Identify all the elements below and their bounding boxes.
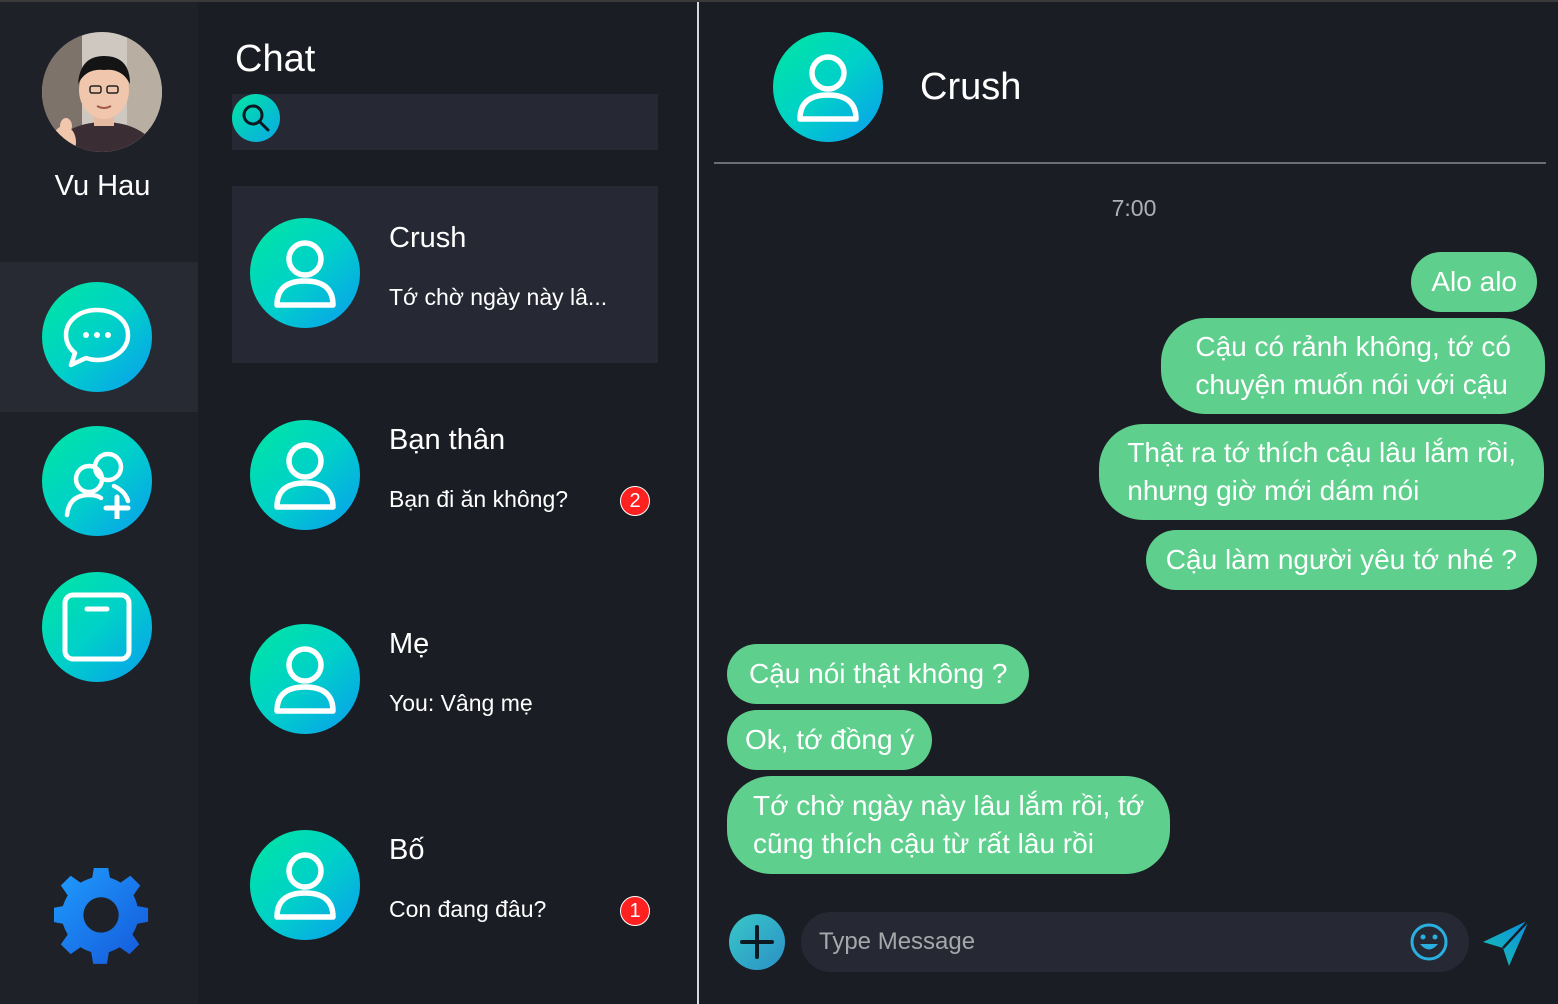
attach-button[interactable] (729, 914, 785, 970)
conversation-pane: Crush 7:00 Alo alo Cậu có rảnh không, tớ… (699, 2, 1558, 1004)
message-line: Cậu có rảnh không, tớ có (1195, 331, 1511, 362)
square-icon (62, 592, 132, 662)
user-icon (274, 852, 336, 920)
chat-app-window: Vu Hau Chat Crush Tớ chờ ngày này lâ... … (0, 0, 1558, 1004)
conversation-item-crush[interactable]: Crush Tớ chờ ngày này lâ... (232, 186, 658, 363)
settings-button[interactable] (52, 865, 150, 964)
conversation-preview: You: Vâng mẹ (389, 690, 533, 716)
contact-avatar (250, 830, 360, 940)
message-bubble-incoming: Cậu nói thật không ? (727, 644, 1030, 704)
conversation-preview: Con đang đâu? (389, 896, 547, 922)
gear-icon (52, 865, 149, 964)
message-bubble-outgoing: Cậu làm người yêu tớ nhé ? (1145, 530, 1537, 590)
conversation-item-bo[interactable]: Bố Con đang đâu? 1 (232, 798, 658, 975)
chat-list-pane: Chat Crush Tớ chờ ngày này lâ... Bạn thâ… (198, 2, 698, 1004)
conversation-item-ban-than[interactable]: Bạn thân Bạn đi ăn không? 2 (232, 388, 658, 565)
conversation-name: Crush (389, 222, 467, 254)
contact-name: Crush (920, 66, 1022, 108)
smiley-icon (1410, 923, 1448, 961)
message-line: Thật ra tớ thích cậu lâu lắm rồi, (1127, 437, 1516, 468)
message-line: Cậu làm người yêu tớ nhé ? (1165, 544, 1517, 575)
chat-bubble-icon (63, 307, 131, 368)
conversation-preview: Tớ chờ ngày này lâ... (389, 284, 608, 310)
conversation-name: Bạn thân (389, 424, 506, 456)
conversation-preview: Bạn đi ăn không? (389, 486, 569, 512)
message-line: cũng thích cậu từ rất lâu rồi (753, 828, 1094, 859)
search-input[interactable] (288, 94, 648, 142)
message-bubble-outgoing: Cậu có rảnh không, tớ có chuyện muốn nói… (1161, 318, 1545, 414)
message-line: Tớ chờ ngày này lâu lắm rồi, tớ (753, 790, 1145, 821)
contact-avatar (250, 420, 360, 530)
send-button[interactable] (1479, 916, 1535, 972)
chat-list-title: Chat (235, 38, 316, 80)
user-avatar[interactable] (42, 32, 162, 152)
user-icon (797, 54, 859, 122)
user-name: Vu Hau (54, 170, 151, 202)
nav-add-friend-button[interactable] (42, 426, 152, 536)
conversation-item-me[interactable]: Mẹ You: Vâng mẹ (232, 592, 658, 769)
header-divider (714, 162, 1546, 164)
message-bubble-outgoing: Thật ra tớ thích cậu lâu lắm rồi, nhưng … (1099, 424, 1544, 520)
add-user-icon (64, 451, 131, 519)
contact-avatar (250, 218, 360, 328)
unread-badge: 1 (620, 896, 650, 926)
unread-badge: 2 (620, 486, 650, 516)
contact-avatar (250, 624, 360, 734)
message-composer (801, 912, 1469, 972)
message-line: chuyện muốn nói với cậu (1195, 369, 1508, 400)
search-icon[interactable] (232, 94, 280, 142)
message-input[interactable] (819, 912, 1399, 972)
nav-rail: Vu Hau (0, 2, 198, 1004)
conversation-name: Mẹ (389, 628, 430, 660)
message-line: nhưng giờ mới dám nói (1127, 475, 1420, 506)
message-line: Cậu nói thật không ? (749, 658, 1008, 689)
conversation-name: Bố (389, 834, 425, 866)
message-line: Alo alo (1431, 266, 1517, 297)
user-icon (274, 442, 336, 510)
contact-avatar[interactable] (773, 32, 883, 142)
send-icon (1483, 919, 1530, 966)
message-bubble-incoming: Tớ chờ ngày này lâu lắm rồi, tớ cũng thí… (727, 776, 1171, 874)
user-icon (274, 240, 336, 308)
message-timestamp: 7:00 (1111, 195, 1157, 221)
nav-square-button[interactable] (42, 572, 152, 682)
emoji-button[interactable] (1409, 922, 1449, 962)
message-line: Ok, tớ đồng ý (745, 724, 915, 755)
search-bar[interactable] (232, 94, 658, 150)
user-icon (274, 646, 336, 714)
message-bubble-outgoing: Alo alo (1411, 252, 1537, 312)
nav-chat-button[interactable] (42, 282, 152, 392)
plus-icon (740, 925, 774, 959)
message-bubble-incoming: Ok, tớ đồng ý (727, 710, 933, 770)
